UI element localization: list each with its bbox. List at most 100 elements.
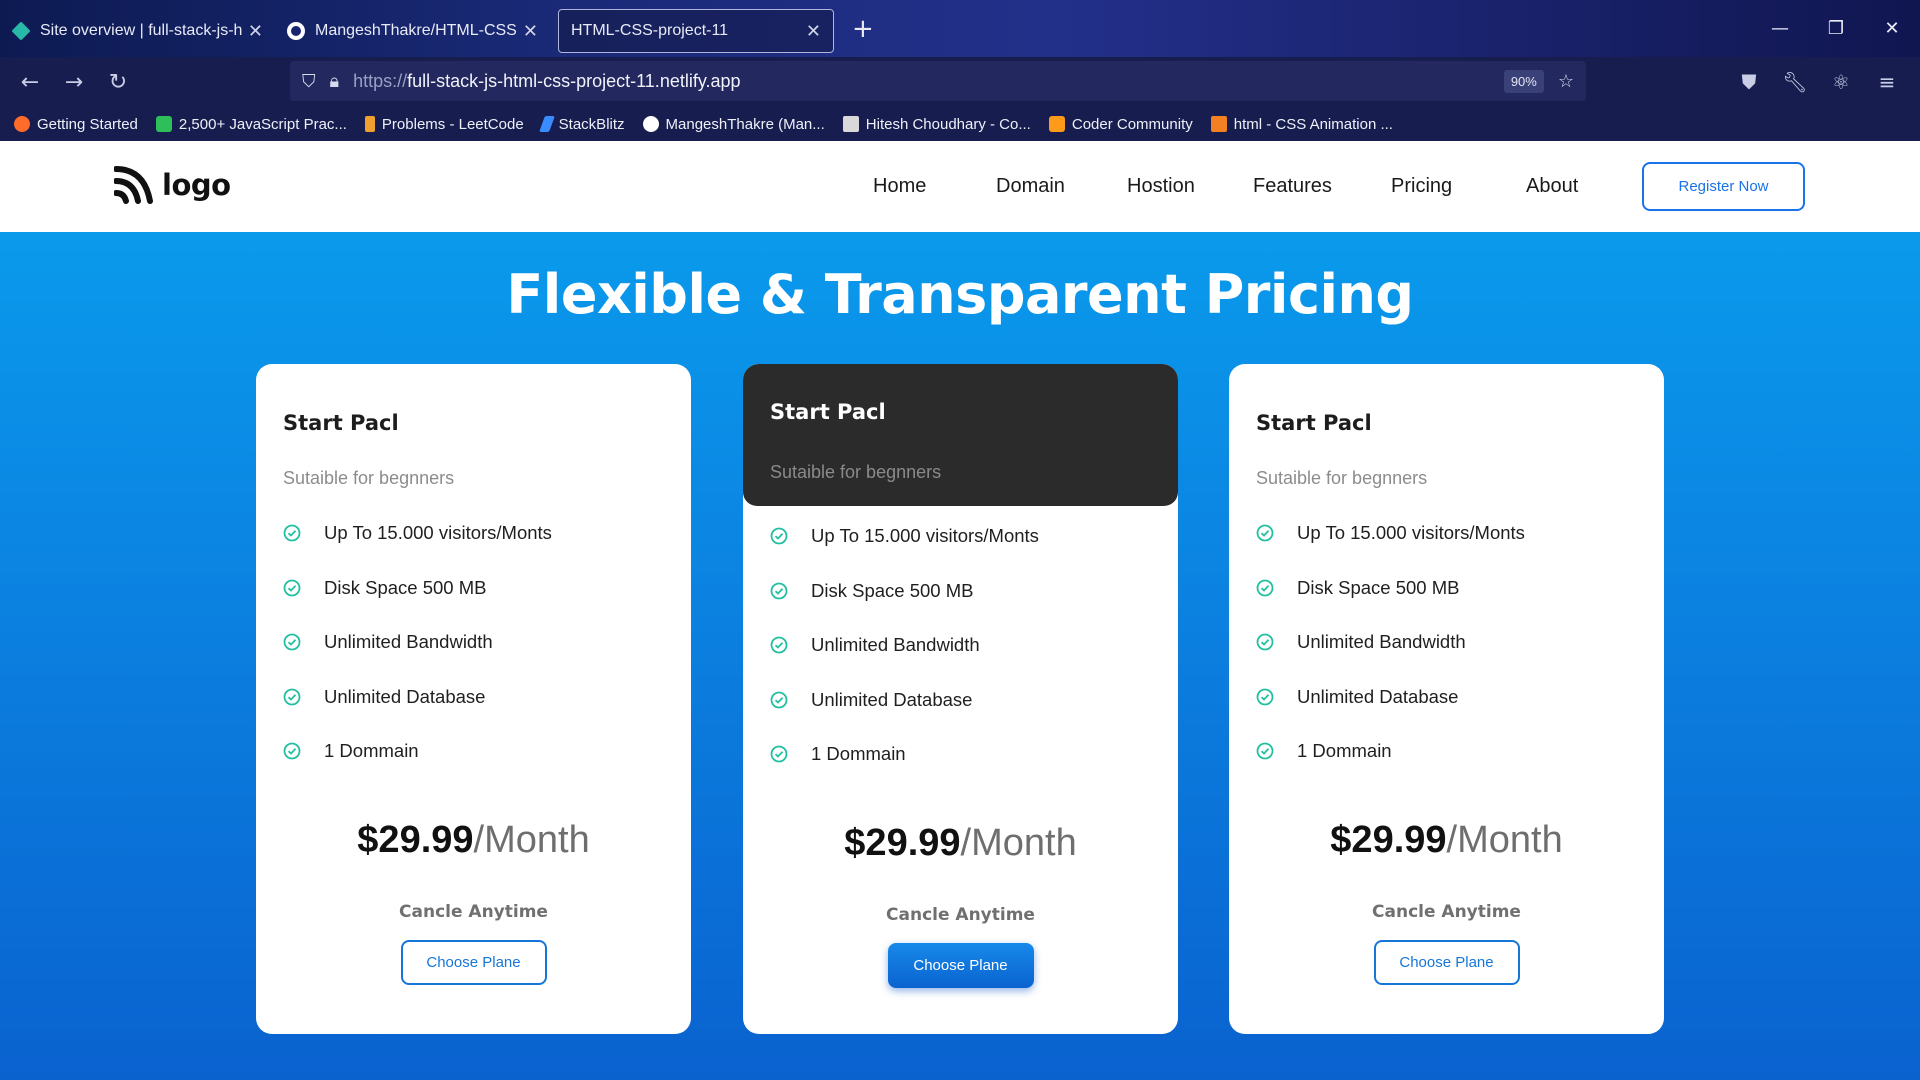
bookmark-item[interactable]: html - CSS Animation ... [1210, 116, 1393, 133]
plan-price: $29.99/Month [256, 819, 691, 862]
price-amount: $29.99 [357, 818, 474, 861]
card-header: Start Pacl Sutaible for begnners [256, 364, 691, 506]
address-bar[interactable]: ⛉ 🔒︎ https://full-stack-js-html-css-proj… [290, 61, 1586, 101]
back-icon[interactable]: ← [8, 70, 52, 95]
check-circle-icon [1256, 633, 1274, 651]
toolbar-actions: ⛊ 🔧︎ ⚛ ≡ [1726, 57, 1910, 107]
check-circle-icon [283, 579, 301, 597]
leetcode-icon [364, 116, 375, 132]
menu-item-hostion[interactable]: Hostion [1127, 175, 1195, 198]
register-now-button[interactable]: Register Now [1642, 162, 1805, 211]
plan-name: Start Pacl [770, 400, 886, 424]
browser-tab-project[interactable]: HTML-CSS-project-11 ✕ [558, 9, 834, 53]
bookmark-item[interactable]: Hitesh Choudhary - Co... [842, 116, 1031, 133]
list-item: Disk Space 500 MB [770, 564, 1151, 619]
forward-icon[interactable]: → [52, 70, 96, 95]
minimize-icon[interactable]: — [1752, 18, 1808, 39]
plan-name: Start Pacl [1256, 411, 1372, 435]
list-item: 1 Dommain [283, 724, 664, 779]
bookmark-item[interactable]: Problems - LeetCode [364, 116, 524, 133]
list-item: Unlimited Database [1256, 670, 1637, 725]
check-circle-icon [1256, 688, 1274, 706]
menu-item-home[interactable]: Home [873, 175, 926, 198]
zoom-level[interactable]: 90% [1503, 69, 1544, 93]
netlify-icon [11, 21, 31, 41]
browser-tab-bar: Site overview | full-stack-js-html ✕ Man… [0, 0, 1920, 57]
menu-icon[interactable]: ≡ [1864, 70, 1910, 94]
bookmark-item[interactable]: StackBlitz [538, 116, 625, 133]
list-item: 1 Dommain [1256, 724, 1637, 779]
plan-subtitle: Sutaible for begnners [1256, 468, 1428, 488]
cancel-note: Cancle Anytime [1372, 901, 1521, 922]
close-icon[interactable]: ✕ [248, 21, 263, 42]
check-circle-icon [770, 745, 788, 763]
check-circle-icon [770, 582, 788, 600]
menu-item-domain[interactable]: Domain [996, 175, 1065, 198]
check-circle-icon [283, 633, 301, 651]
site-logo[interactable]: logo [114, 165, 231, 205]
bookmark-item[interactable]: MangeshThakre (Man... [642, 116, 825, 133]
plan-name: Start Pacl [283, 411, 399, 435]
menu-item-about[interactable]: About [1526, 175, 1578, 198]
feature-list: Up To 15.000 visitors/Monts Disk Space 5… [743, 506, 1178, 782]
plan-price: $29.99/Month [743, 822, 1178, 865]
lock-icon[interactable]: 🔒︎ [330, 71, 340, 92]
logo-text: logo [162, 168, 231, 202]
new-tab-button[interactable]: + [852, 14, 874, 44]
check-circle-icon [1256, 742, 1274, 760]
logo-icon [114, 166, 153, 204]
bookmark-item[interactable]: Getting Started [14, 116, 138, 133]
feature-list: Up To 15.000 visitors/Monts Disk Space 5… [1229, 506, 1664, 779]
price-period: /Month [1446, 818, 1563, 861]
list-item: 1 Dommain [770, 727, 1151, 782]
check-circle-icon [283, 688, 301, 706]
bookmark-item[interactable]: 2,500+ JavaScript Prac... [155, 116, 347, 133]
react-icon[interactable]: ⚛ [1818, 70, 1864, 94]
github-icon [287, 22, 305, 40]
browser-tab-github[interactable]: MangeshThakre/HTML-CSS-Pro ✕ [275, 9, 550, 53]
check-circle-icon [1256, 524, 1274, 542]
bookmarks-bar: Getting Started 2,500+ JavaScript Prac..… [0, 107, 1920, 141]
menu-item-features[interactable]: Features [1253, 175, 1332, 198]
bookmark-item[interactable]: Coder Community [1048, 116, 1193, 133]
list-item: Unlimited Bandwidth [770, 618, 1151, 673]
plan-price: $29.99/Month [1229, 819, 1664, 862]
wrench-icon[interactable]: 🔧︎ [1772, 70, 1818, 94]
reload-icon[interactable]: ↻ [96, 70, 140, 95]
cube-icon [842, 116, 859, 132]
window-controls: — ❐ ✕ [1752, 0, 1920, 57]
firefox-icon [14, 116, 30, 132]
pricing-card: Start Pacl Sutaible for begnners Up To 1… [1229, 364, 1664, 1034]
braces-icon [1048, 116, 1065, 132]
choose-plan-button[interactable]: Choose Plane [400, 939, 547, 985]
check-circle-icon [283, 524, 301, 542]
browser-tab-site-overview[interactable]: Site overview | full-stack-js-html ✕ [0, 9, 275, 53]
pocket-icon[interactable]: ⛊ [1726, 70, 1772, 94]
price-period: /Month [960, 821, 1077, 864]
stackoverflow-icon [1210, 116, 1227, 132]
menu-item-pricing[interactable]: Pricing [1391, 175, 1452, 198]
close-window-icon[interactable]: ✕ [1864, 18, 1920, 39]
close-icon[interactable]: ✕ [806, 21, 821, 42]
shield-icon[interactable]: ⛉ [302, 71, 316, 92]
price-amount: $29.99 [1330, 818, 1447, 861]
pricing-card: Start Pacl Sutaible for begnners Up To 1… [256, 364, 691, 1034]
cancel-note: Cancle Anytime [886, 904, 1035, 925]
list-item: Disk Space 500 MB [283, 561, 664, 616]
list-item: Unlimited Bandwidth [283, 615, 664, 670]
price-period: /Month [473, 818, 590, 861]
close-icon[interactable]: ✕ [523, 21, 538, 42]
list-item: Up To 15.000 visitors/Monts [1256, 506, 1637, 561]
choose-plan-button[interactable]: Choose Plane [887, 942, 1034, 988]
page-title: Flexible & Transparent Pricing [506, 263, 1414, 326]
plan-subtitle: Sutaible for begnners [770, 462, 942, 482]
check-circle-icon [770, 691, 788, 709]
url-text[interactable]: https://full-stack-js-html-css-project-1… [353, 71, 1504, 92]
list-item: Unlimited Bandwidth [1256, 615, 1637, 670]
check-circle-icon [770, 636, 788, 654]
choose-plan-button[interactable]: Choose Plane [1373, 939, 1520, 985]
tab-title: HTML-CSS-project-11 [571, 22, 729, 39]
restore-icon[interactable]: ❐ [1808, 18, 1864, 39]
card-header: Start Pacl Sutaible for begnners [743, 364, 1178, 506]
star-icon[interactable]: ☆ [1558, 71, 1574, 92]
